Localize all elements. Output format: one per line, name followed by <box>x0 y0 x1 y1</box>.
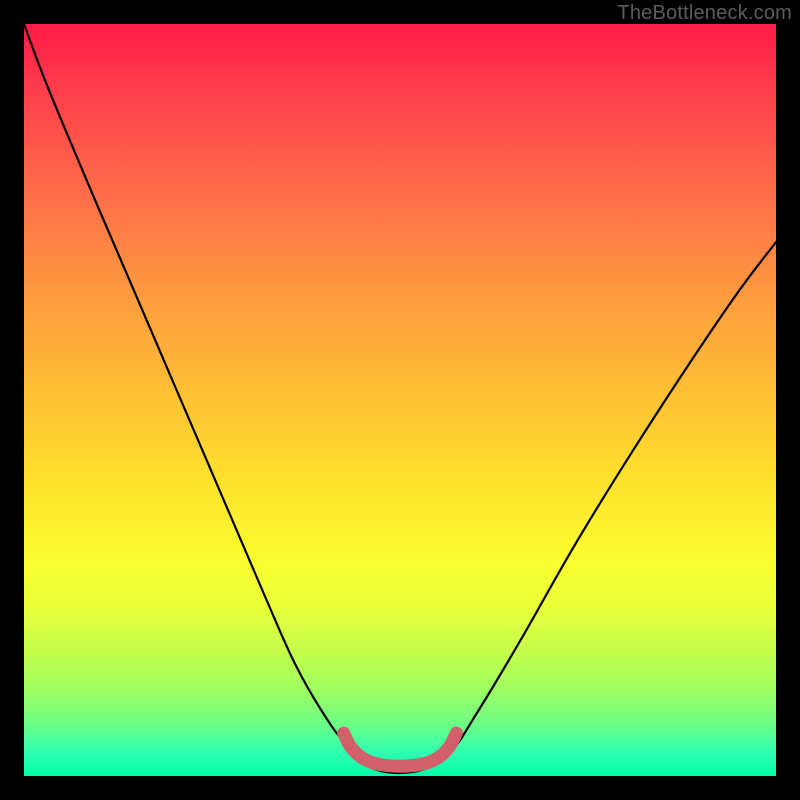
watermark-label: TheBottleneck.com <box>617 2 792 25</box>
chart-plot-area <box>24 24 776 776</box>
main-curve-path <box>24 24 776 773</box>
chart-frame: TheBottleneck.com <box>0 0 800 800</box>
bottom-bumper-path <box>344 733 457 766</box>
chart-svg <box>24 24 776 776</box>
